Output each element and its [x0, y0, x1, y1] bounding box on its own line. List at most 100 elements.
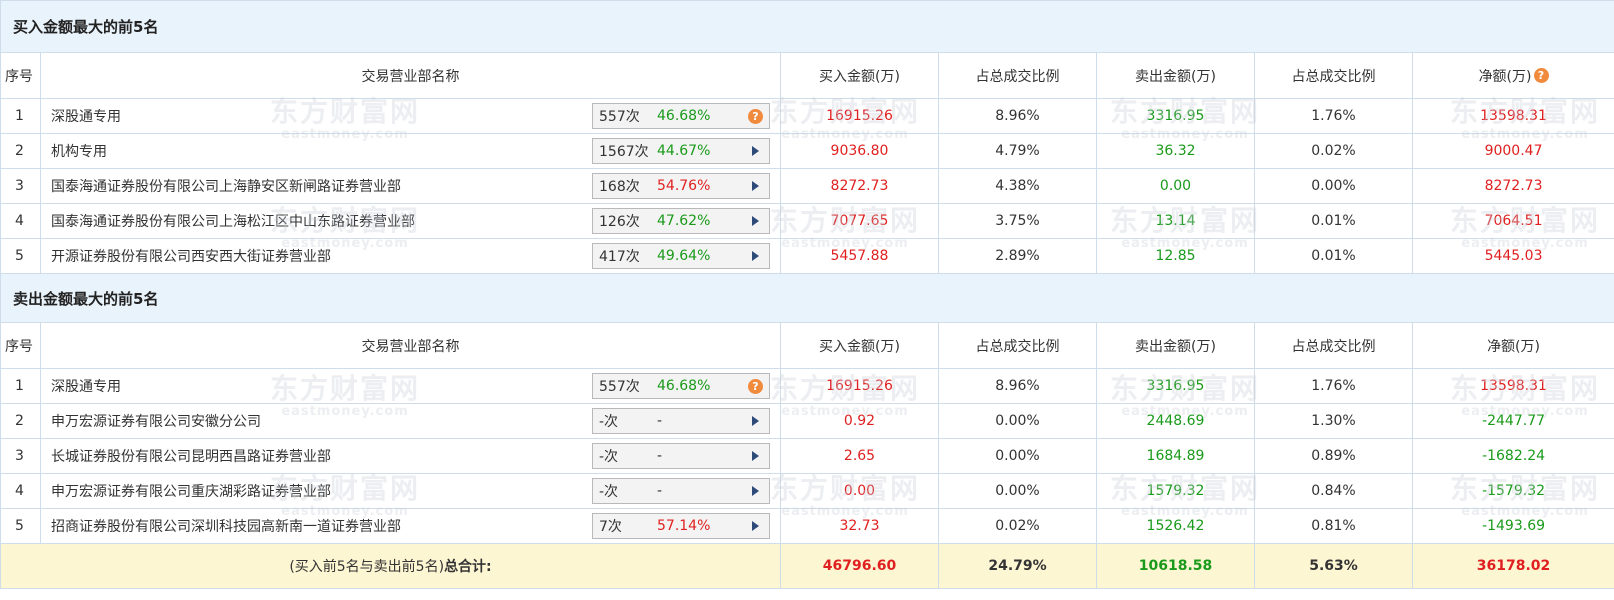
arrow-right-icon[interactable] — [752, 521, 759, 531]
dept-name[interactable]: 长城证券股份有限公司昆明西昌路证券营业部 — [51, 446, 331, 466]
dept-times: 1567次 — [599, 144, 649, 160]
question-icon[interactable]: ? — [748, 378, 763, 394]
dept-rate: 46.68% — [657, 108, 711, 124]
arrow-right-icon[interactable] — [752, 486, 759, 496]
row-dept: 国泰海通证券股份有限公司上海松江区中山东路证券营业部 126次 47.62% — [40, 203, 781, 239]
row-buy-ratio: 4.38% — [938, 168, 1097, 204]
row-sell-ratio: 0.81% — [1254, 508, 1413, 544]
row-seq: 5 — [0, 238, 41, 274]
row-seq: 4 — [0, 203, 41, 239]
arrow-right-icon[interactable] — [752, 216, 759, 226]
table-row: 1 深股通专用 557次 46.68%? 16915.26 8.96% 3316.95 1.7… — [0, 368, 1614, 404]
row-buy-ratio: 8.96% — [938, 98, 1097, 134]
row-dept: 申万宏源证券有限公司安徽分公司 -次 - — [40, 403, 781, 439]
row-dept: 开源证券股份有限公司西安西大街证券营业部 417次 49.64% — [40, 238, 781, 274]
row-buy: 5457.88 — [780, 238, 939, 274]
total-buy-ratio: 24.79% — [938, 543, 1097, 589]
arrow-right-icon[interactable] — [752, 181, 759, 191]
row-buy-ratio: 0.00% — [938, 438, 1097, 474]
row-seq: 4 — [0, 473, 41, 509]
row-sell-ratio: 1.30% — [1254, 403, 1413, 439]
total-sell-ratio: 5.63% — [1254, 543, 1413, 589]
buy-section-title: 买入金额最大的前5名 — [0, 0, 1614, 53]
table-row: 5 招商证券股份有限公司深圳科技园高新南一道证券营业部 7次 57.14% 32.73 0… — [0, 508, 1614, 544]
row-sell-ratio: 0.00% — [1254, 168, 1413, 204]
dept-times: -次 — [599, 484, 619, 500]
col-header-buy: 买入金额(万) — [780, 322, 939, 369]
col-header-name: 交易营业部名称 — [40, 322, 781, 369]
dept-stats-box[interactable]: -次 - — [592, 478, 770, 504]
row-buy: 32.73 — [780, 508, 939, 544]
question-icon[interactable]: ? — [1533, 67, 1549, 83]
table-row: 1 深股通专用 557次 46.68%? 16915.26 8.96% 3316.95 1.7… — [0, 98, 1614, 134]
table-row: 4 国泰海通证券股份有限公司上海松江区中山东路证券营业部 126次 47.62% 707… — [0, 203, 1614, 239]
dept-stats-box[interactable]: 557次 46.68%? — [592, 103, 770, 129]
row-dept: 申万宏源证券有限公司重庆湖彩路证券营业部 -次 - — [40, 473, 781, 509]
col-header-buy: 买入金额(万) — [780, 52, 939, 99]
row-sell-ratio: 0.84% — [1254, 473, 1413, 509]
row-sell: 12.85 — [1096, 238, 1255, 274]
dept-name[interactable]: 申万宏源证券有限公司安徽分公司 — [51, 411, 261, 431]
row-net: 13598.31 — [1411, 368, 1614, 404]
row-net: -1579.32 — [1411, 473, 1614, 509]
dept-name[interactable]: 深股通专用 — [51, 106, 121, 126]
row-seq: 3 — [0, 438, 41, 474]
row-buy: 8272.73 — [780, 168, 939, 204]
arrow-right-icon[interactable] — [752, 251, 759, 261]
question-icon[interactable]: ? — [748, 108, 763, 124]
col-header-net: 净额(万) — [1411, 322, 1614, 369]
row-sell: 13.14 — [1096, 203, 1255, 239]
dept-name[interactable]: 招商证券股份有限公司深圳科技园高新南一道证券营业部 — [51, 516, 401, 536]
dept-stats-box[interactable]: 557次 46.68%? — [592, 373, 770, 399]
row-sell: 3316.95 — [1096, 368, 1255, 404]
dept-stats-box[interactable]: 126次 47.62% — [592, 208, 770, 234]
arrow-right-icon[interactable] — [752, 146, 759, 156]
row-seq: 1 — [0, 368, 41, 404]
sell-header-row: 序号 交易营业部名称 买入金额(万) 占总成交比例 卖出金额(万) 占总成交比例… — [0, 322, 1614, 369]
arrow-right-icon[interactable] — [752, 416, 759, 426]
row-sell: 3316.95 — [1096, 98, 1255, 134]
row-dept: 招商证券股份有限公司深圳科技园高新南一道证券营业部 7次 57.14% — [40, 508, 781, 544]
table-row: 2 申万宏源证券有限公司安徽分公司 -次 - 0.92 0.00% 2448.69 1.30%… — [0, 403, 1614, 439]
dragon-tiger-table: 买入金额最大的前5名 序号 交易营业部名称 买入金额(万) 占总成交比例 卖出金… — [0, 0, 1614, 589]
dept-name[interactable]: 国泰海通证券股份有限公司上海静安区新闸路证券营业部 — [51, 176, 401, 196]
dept-name[interactable]: 开源证券股份有限公司西安西大街证券营业部 — [51, 246, 331, 266]
dept-stats-box[interactable]: 1567次 44.67% — [592, 138, 770, 164]
row-buy: 16915.26 — [780, 98, 939, 134]
dept-stats-box[interactable]: 417次 49.64% — [592, 243, 770, 269]
total-row: (买入前5名与卖出前5名)总合计: 46796.60 24.79% 10618.… — [0, 543, 1614, 589]
row-buy: 0.92 — [780, 403, 939, 439]
row-seq: 1 — [0, 98, 41, 134]
dept-stats-box[interactable]: -次 - — [592, 443, 770, 469]
dept-stats-box[interactable]: -次 - — [592, 408, 770, 434]
arrow-right-icon[interactable] — [752, 451, 759, 461]
dept-stats-box[interactable]: 168次 54.76% — [592, 173, 770, 199]
row-dept: 国泰海通证券股份有限公司上海静安区新闸路证券营业部 168次 54.76% — [40, 168, 781, 204]
dept-name[interactable]: 国泰海通证券股份有限公司上海松江区中山东路证券营业部 — [51, 211, 415, 231]
row-net: 8272.73 — [1411, 168, 1614, 204]
col-header-seq: 序号 — [0, 52, 41, 99]
buy-header-row: 序号 交易营业部名称 买入金额(万) 占总成交比例 卖出金额(万) 占总成交比例… — [0, 52, 1614, 99]
table-row: 4 申万宏源证券有限公司重庆湖彩路证券营业部 -次 - 0.00 0.00% 1579.32… — [0, 473, 1614, 509]
dept-stats-box[interactable]: 7次 57.14% — [592, 513, 770, 539]
row-buy-ratio: 3.75% — [938, 203, 1097, 239]
row-seq: 2 — [0, 133, 41, 169]
dept-rate: 44.67% — [657, 143, 711, 159]
row-seq: 3 — [0, 168, 41, 204]
row-seq: 5 — [0, 508, 41, 544]
table-row: 2 机构专用 1567次 44.67% 9036.80 4.79% 36.32 0.02% 90… — [0, 133, 1614, 169]
dept-rate: 49.64% — [657, 248, 711, 264]
dept-name[interactable]: 深股通专用 — [51, 376, 121, 396]
row-sell-ratio: 0.02% — [1254, 133, 1413, 169]
row-net: -2447.77 — [1411, 403, 1614, 439]
col-header-buy-ratio: 占总成交比例 — [938, 52, 1097, 99]
total-sell: 10618.58 — [1096, 543, 1255, 589]
dept-name[interactable]: 申万宏源证券有限公司重庆湖彩路证券营业部 — [51, 481, 331, 501]
row-sell: 1684.89 — [1096, 438, 1255, 474]
dept-rate: - — [657, 483, 663, 499]
row-buy: 2.65 — [780, 438, 939, 474]
row-sell-ratio: 1.76% — [1254, 368, 1413, 404]
dept-times: -次 — [599, 449, 619, 465]
dept-name[interactable]: 机构专用 — [51, 141, 107, 161]
dept-rate: 46.68% — [657, 378, 711, 394]
